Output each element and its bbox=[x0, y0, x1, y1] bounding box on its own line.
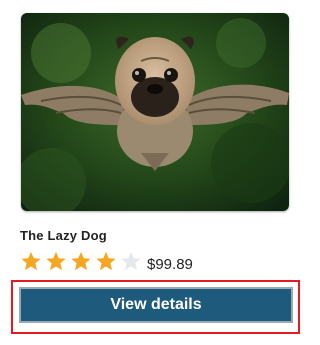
product-title: The Lazy Dog bbox=[20, 228, 107, 243]
product-image[interactable] bbox=[21, 13, 289, 211]
product-card: The Lazy Dog $99.89 View details bbox=[0, 0, 305, 345]
view-details-button[interactable]: View details bbox=[19, 287, 293, 323]
star-filled-icon bbox=[46, 251, 66, 271]
star-filled-icon bbox=[96, 251, 116, 271]
star-filled-icon bbox=[21, 251, 41, 271]
pug-bird-photo bbox=[21, 13, 289, 211]
rating-row: $99.89 bbox=[20, 248, 193, 274]
star-empty-icon bbox=[121, 251, 141, 271]
star-filled-icon bbox=[71, 251, 91, 271]
product-price: $99.89 bbox=[147, 255, 193, 273]
